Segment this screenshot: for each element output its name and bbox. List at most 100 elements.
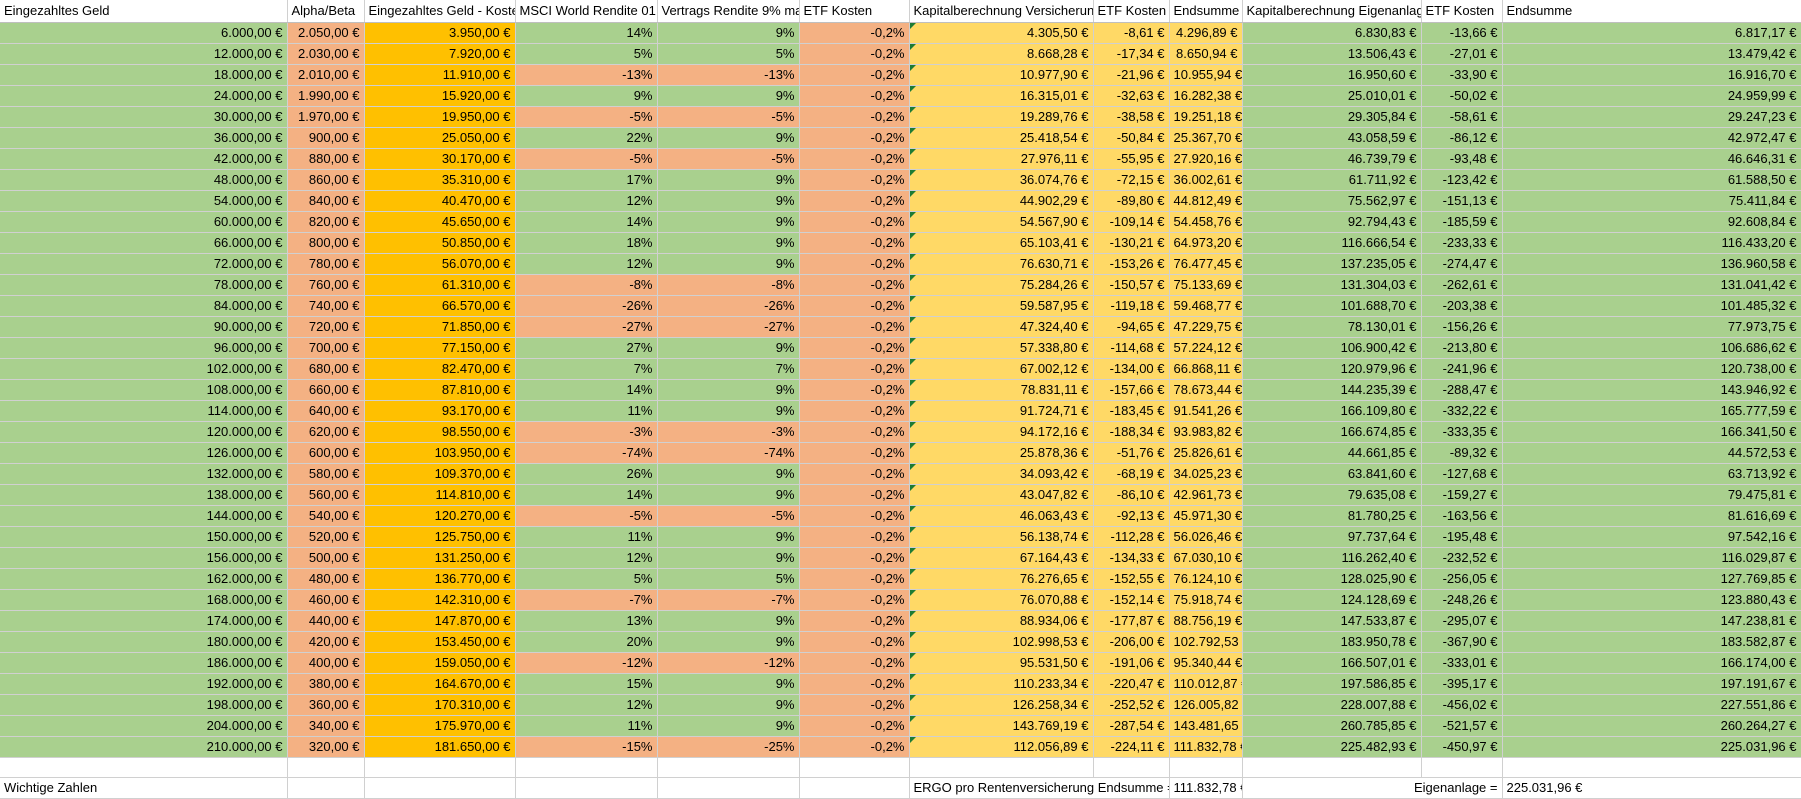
table-cell[interactable]: 16.315,01 € [909, 85, 1094, 107]
column-header[interactable]: Kapitalberechnung Versicherung [909, 0, 1094, 23]
table-cell[interactable]: -0,2% [799, 442, 910, 464]
table-cell[interactable]: 9% [657, 127, 800, 149]
table-cell[interactable]: -5% [657, 148, 800, 170]
table-cell[interactable]: 260.785,85 € [1242, 715, 1422, 737]
table-cell[interactable]: 94.172,16 € [909, 421, 1094, 443]
table-cell[interactable]: 15% [515, 673, 658, 695]
column-header[interactable]: Eingezahltes Geld - Kosten [364, 0, 516, 23]
table-cell[interactable]: 78.130,01 € [1242, 316, 1422, 338]
table-cell[interactable]: 144.235,39 € [1242, 379, 1422, 401]
table-cell[interactable]: 420,00 € [287, 631, 365, 653]
table-cell[interactable]: -0,2% [799, 64, 910, 86]
table-cell[interactable]: 47.324,40 € [909, 316, 1094, 338]
table-cell[interactable]: 25.050,00 € [364, 127, 516, 149]
table-cell[interactable]: 186.000,00 € [0, 652, 288, 674]
table-cell[interactable]: 132.000,00 € [0, 463, 288, 485]
table-cell[interactable]: 116.666,54 € [1242, 232, 1422, 254]
table-cell[interactable]: -0,2% [799, 43, 910, 65]
table-cell[interactable]: -288,47 € [1421, 379, 1503, 401]
table-cell[interactable]: 7% [515, 358, 658, 380]
table-cell[interactable]: 43.047,82 € [909, 484, 1094, 506]
table-cell[interactable]: 440,00 € [287, 610, 365, 632]
table-cell[interactable]: 88.756,19 € [1169, 610, 1243, 632]
table-cell[interactable]: -13% [515, 64, 658, 86]
table-cell[interactable]: -150,57 € [1093, 274, 1170, 296]
table-cell[interactable]: -3% [515, 421, 658, 443]
table-cell[interactable]: 25.878,36 € [909, 442, 1094, 464]
table-cell[interactable]: 5% [657, 43, 800, 65]
table-cell[interactable]: 143.946,92 € [1502, 379, 1801, 401]
table-cell[interactable]: 76.477,45 € [1169, 253, 1243, 275]
table-cell[interactable]: 147.533,87 € [1242, 610, 1422, 632]
table-cell[interactable]: 131.041,42 € [1502, 274, 1801, 296]
table-cell[interactable]: 110.233,34 € [909, 673, 1094, 695]
table-cell[interactable]: 12.000,00 € [0, 43, 288, 65]
table-cell[interactable]: 9% [657, 463, 800, 485]
table-cell[interactable]: 44.902,29 € [909, 190, 1094, 212]
table-cell[interactable]: 34.093,42 € [909, 463, 1094, 485]
table-cell[interactable]: -0,2% [799, 421, 910, 443]
table-cell[interactable]: -72,15 € [1093, 169, 1170, 191]
table-cell[interactable]: -159,27 € [1421, 484, 1503, 506]
table-cell[interactable]: 138.000,00 € [0, 484, 288, 506]
cell[interactable] [799, 757, 910, 778]
table-cell[interactable]: 43.058,59 € [1242, 127, 1422, 149]
table-cell[interactable]: -0,2% [799, 526, 910, 548]
table-cell[interactable]: 760,00 € [287, 274, 365, 296]
table-cell[interactable]: -27% [657, 316, 800, 338]
table-cell[interactable]: 4.296,89 € [1169, 22, 1243, 44]
table-cell[interactable]: -0,2% [799, 148, 910, 170]
table-cell[interactable]: -0,2% [799, 316, 910, 338]
table-cell[interactable]: 11.910,00 € [364, 64, 516, 86]
table-cell[interactable]: 131.250,00 € [364, 547, 516, 569]
table-cell[interactable]: -256,05 € [1421, 568, 1503, 590]
table-cell[interactable]: 27% [515, 337, 658, 359]
table-cell[interactable]: -21,96 € [1093, 64, 1170, 86]
table-cell[interactable]: 9% [657, 22, 800, 44]
table-cell[interactable]: 360,00 € [287, 694, 365, 716]
table-cell[interactable]: 7.920,00 € [364, 43, 516, 65]
table-cell[interactable]: -0,2% [799, 274, 910, 296]
table-cell[interactable]: -0,2% [799, 589, 910, 611]
table-cell[interactable]: 560,00 € [287, 484, 365, 506]
table-cell[interactable]: 40.470,00 € [364, 190, 516, 212]
table-cell[interactable]: -26% [515, 295, 658, 317]
table-cell[interactable]: -287,54 € [1093, 715, 1170, 737]
table-cell[interactable]: 225.482,93 € [1242, 736, 1422, 758]
table-cell[interactable]: -0,2% [799, 295, 910, 317]
table-cell[interactable]: -38,58 € [1093, 106, 1170, 128]
table-cell[interactable]: 126.000,00 € [0, 442, 288, 464]
table-cell[interactable]: 600,00 € [287, 442, 365, 464]
table-cell[interactable]: -3% [657, 421, 800, 443]
table-cell[interactable]: 166.109,80 € [1242, 400, 1422, 422]
table-cell[interactable]: -8,61 € [1093, 22, 1170, 44]
table-cell[interactable]: 75.411,84 € [1502, 190, 1801, 212]
ergo-endsumme-value[interactable]: 111.832,78 € [1169, 777, 1243, 799]
table-cell[interactable]: -188,34 € [1093, 421, 1170, 443]
table-cell[interactable]: 127.769,85 € [1502, 568, 1801, 590]
table-cell[interactable]: -152,55 € [1093, 568, 1170, 590]
table-cell[interactable]: 13.506,43 € [1242, 43, 1422, 65]
table-cell[interactable]: 22% [515, 127, 658, 149]
table-cell[interactable]: 9% [657, 484, 800, 506]
table-cell[interactable]: 1.970,00 € [287, 106, 365, 128]
cell[interactable] [1169, 757, 1243, 778]
table-cell[interactable]: 400,00 € [287, 652, 365, 674]
table-cell[interactable]: 59.468,77 € [1169, 295, 1243, 317]
table-cell[interactable]: 108.000,00 € [0, 379, 288, 401]
table-cell[interactable]: 56.026,46 € [1169, 526, 1243, 548]
table-cell[interactable]: 61.711,92 € [1242, 169, 1422, 191]
table-cell[interactable]: 9% [657, 337, 800, 359]
table-cell[interactable]: 820,00 € [287, 211, 365, 233]
table-cell[interactable]: 57.224,12 € [1169, 337, 1243, 359]
table-cell[interactable]: 9% [657, 631, 800, 653]
table-cell[interactable]: 9% [657, 400, 800, 422]
eigenanlage-label[interactable]: Eigenanlage = [1242, 777, 1503, 799]
table-cell[interactable]: -0,2% [799, 379, 910, 401]
table-cell[interactable]: 18.000,00 € [0, 64, 288, 86]
table-cell[interactable]: 174.000,00 € [0, 610, 288, 632]
table-cell[interactable]: 165.777,59 € [1502, 400, 1801, 422]
table-cell[interactable]: -12% [657, 652, 800, 674]
table-cell[interactable]: 9% [657, 379, 800, 401]
table-cell[interactable]: 12% [515, 694, 658, 716]
